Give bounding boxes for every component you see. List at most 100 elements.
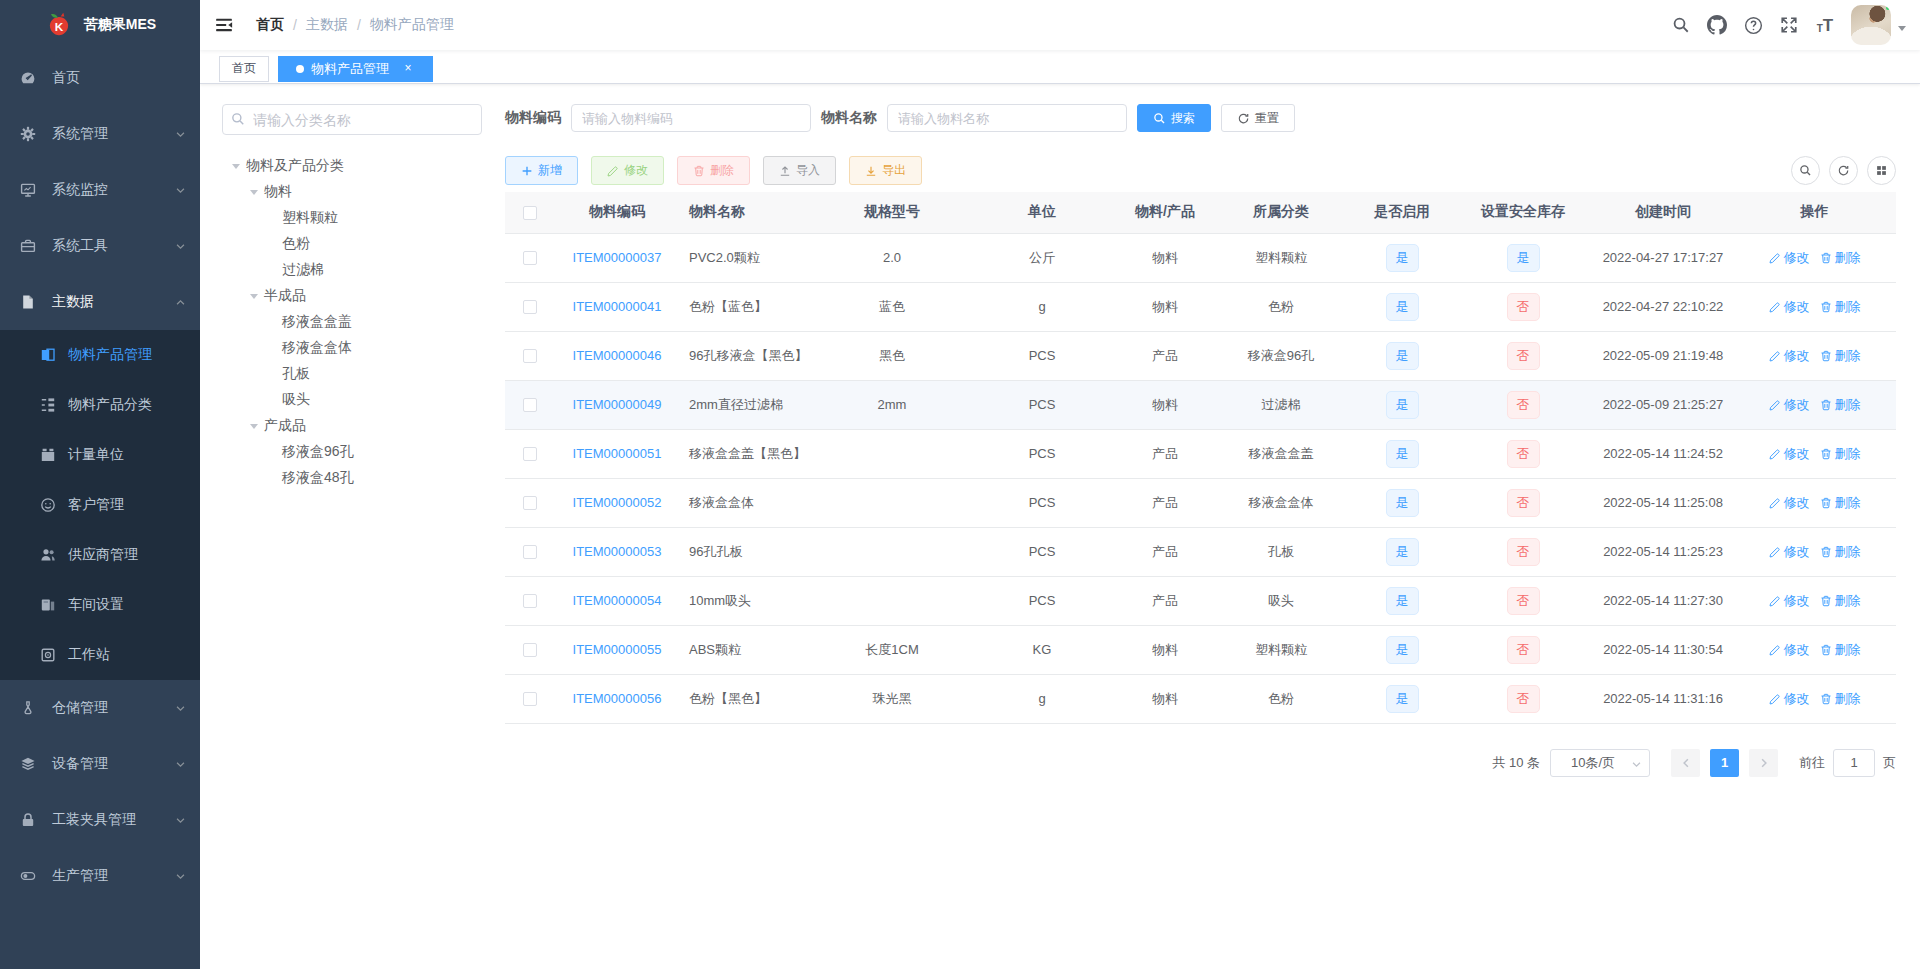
row-checkbox[interactable] xyxy=(523,594,537,608)
select-all-checkbox[interactable] xyxy=(523,206,537,220)
sidebar-item-5[interactable]: 仓储管理 xyxy=(0,680,200,736)
tree-caret-icon[interactable] xyxy=(244,186,264,199)
tree-caret-icon[interactable] xyxy=(226,160,246,173)
delete-link[interactable]: 删除 xyxy=(1820,396,1861,414)
tool-search-button[interactable] xyxy=(1791,156,1820,185)
delete-link[interactable]: 删除 xyxy=(1820,641,1861,659)
row-checkbox[interactable] xyxy=(523,496,537,510)
修改-button[interactable]: 修改 xyxy=(591,156,664,185)
导出-button[interactable]: 导出 xyxy=(849,156,922,185)
edit-link[interactable]: 修改 xyxy=(1769,690,1810,708)
delete-link[interactable]: 删除 xyxy=(1820,592,1861,610)
tool-refresh-button[interactable] xyxy=(1829,156,1858,185)
row-checkbox[interactable] xyxy=(523,545,537,559)
sidebar-subitem-5[interactable]: 车间设置 xyxy=(0,580,200,630)
row-checkbox[interactable] xyxy=(523,398,537,412)
edit-link[interactable]: 修改 xyxy=(1769,347,1810,365)
code-link[interactable]: ITEM00000054 xyxy=(573,593,662,608)
code-link[interactable]: ITEM00000051 xyxy=(573,446,662,461)
search-button[interactable]: 搜索 xyxy=(1137,104,1211,132)
tree-node-3[interactable]: 色粉 xyxy=(222,231,482,257)
tree-node-1[interactable]: 物料 xyxy=(222,179,482,205)
tree-caret-icon[interactable] xyxy=(244,290,264,303)
sidebar-subitem-6[interactable]: 工作站 xyxy=(0,630,200,680)
user-menu[interactable] xyxy=(1851,5,1906,45)
sidebar-subitem-0[interactable]: 物料产品管理 xyxy=(0,330,200,380)
row-checkbox[interactable] xyxy=(523,447,537,461)
sidebar-item-8[interactable]: 生产管理 xyxy=(0,848,200,904)
code-link[interactable]: ITEM00000053 xyxy=(573,544,662,559)
hamburger-icon[interactable] xyxy=(200,0,248,50)
sidebar-subitem-4[interactable]: 供应商管理 xyxy=(0,530,200,580)
tab-close-icon[interactable]: × xyxy=(401,62,415,76)
code-link[interactable]: ITEM00000046 xyxy=(573,348,662,363)
tree-node-9[interactable]: 吸头 xyxy=(222,387,482,413)
code-link[interactable]: ITEM00000056 xyxy=(573,691,662,706)
search-icon[interactable] xyxy=(1663,0,1699,50)
tree-node-2[interactable]: 塑料颗粒 xyxy=(222,205,482,231)
goto-input[interactable] xyxy=(1833,749,1875,777)
row-checkbox[interactable] xyxy=(523,300,537,314)
filter-input-0[interactable] xyxy=(571,104,811,132)
sidebar-item-3[interactable]: 系统工具 xyxy=(0,218,200,274)
新增-button[interactable]: 新增 xyxy=(505,156,578,185)
delete-link[interactable]: 删除 xyxy=(1820,249,1861,267)
tree-node-0[interactable]: 物料及产品分类 xyxy=(222,153,482,179)
breadcrumb-item-0[interactable]: 首页 xyxy=(256,16,284,34)
code-link[interactable]: ITEM00000052 xyxy=(573,495,662,510)
fullscreen-icon[interactable] xyxy=(1771,0,1807,50)
edit-link[interactable]: 修改 xyxy=(1769,298,1810,316)
delete-link[interactable]: 删除 xyxy=(1820,543,1861,561)
edit-link[interactable]: 修改 xyxy=(1769,445,1810,463)
next-page-button[interactable] xyxy=(1749,749,1778,777)
sidebar-item-7[interactable]: 工装夹具管理 xyxy=(0,792,200,848)
edit-link[interactable]: 修改 xyxy=(1769,641,1810,659)
sidebar-item-4[interactable]: 主数据 xyxy=(0,274,200,330)
edit-link[interactable]: 修改 xyxy=(1769,249,1810,267)
tree-node-11[interactable]: 移液盒96孔 xyxy=(222,439,482,465)
code-link[interactable]: ITEM00000037 xyxy=(573,250,662,265)
sidebar-subitem-2[interactable]: 计量单位 xyxy=(0,430,200,480)
delete-link[interactable]: 删除 xyxy=(1820,494,1861,512)
delete-link[interactable]: 删除 xyxy=(1820,347,1861,365)
sidebar-subitem-3[interactable]: 客户管理 xyxy=(0,480,200,530)
delete-link[interactable]: 删除 xyxy=(1820,298,1861,316)
tab-1[interactable]: 物料产品管理× xyxy=(278,56,433,82)
page-size-select[interactable]: 10条/页 xyxy=(1550,749,1650,777)
row-checkbox[interactable] xyxy=(523,643,537,657)
sidebar-item-0[interactable]: 首页 xyxy=(0,50,200,106)
导入-button[interactable]: 导入 xyxy=(763,156,836,185)
sidebar-item-6[interactable]: 设备管理 xyxy=(0,736,200,792)
edit-link[interactable]: 修改 xyxy=(1769,592,1810,610)
code-link[interactable]: ITEM00000041 xyxy=(573,299,662,314)
app-logo[interactable]: K 苦糖果MES xyxy=(0,0,200,50)
edit-link[interactable]: 修改 xyxy=(1769,543,1810,561)
tree-node-6[interactable]: 移液盒盒盖 xyxy=(222,309,482,335)
code-link[interactable]: ITEM00000049 xyxy=(573,397,662,412)
tree-node-12[interactable]: 移液盒48孔 xyxy=(222,465,482,491)
delete-link[interactable]: 删除 xyxy=(1820,690,1861,708)
font-size-icon[interactable]: TT xyxy=(1807,0,1843,50)
prev-page-button[interactable] xyxy=(1671,749,1700,777)
delete-link[interactable]: 删除 xyxy=(1820,445,1861,463)
row-checkbox[interactable] xyxy=(523,251,537,265)
tree-search-input[interactable] xyxy=(222,104,482,135)
github-icon[interactable] xyxy=(1699,0,1735,50)
tree-node-5[interactable]: 半成品 xyxy=(222,283,482,309)
tree-node-7[interactable]: 移液盒盒体 xyxy=(222,335,482,361)
tree-node-4[interactable]: 过滤棉 xyxy=(222,257,482,283)
tab-0[interactable]: 首页 xyxy=(219,56,269,82)
avatar[interactable] xyxy=(1851,5,1891,45)
help-icon[interactable] xyxy=(1735,0,1771,50)
tree-caret-icon[interactable] xyxy=(244,420,264,433)
sidebar-subitem-1[interactable]: 物料产品分类 xyxy=(0,380,200,430)
edit-link[interactable]: 修改 xyxy=(1769,494,1810,512)
row-checkbox[interactable] xyxy=(523,692,537,706)
tree-node-8[interactable]: 孔板 xyxy=(222,361,482,387)
filter-input-1[interactable] xyxy=(887,104,1127,132)
sidebar-item-2[interactable]: 系统监控 xyxy=(0,162,200,218)
tree-node-10[interactable]: 产成品 xyxy=(222,413,482,439)
page-1-button[interactable]: 1 xyxy=(1710,749,1739,777)
reset-button[interactable]: 重置 xyxy=(1221,104,1295,132)
edit-link[interactable]: 修改 xyxy=(1769,396,1810,414)
